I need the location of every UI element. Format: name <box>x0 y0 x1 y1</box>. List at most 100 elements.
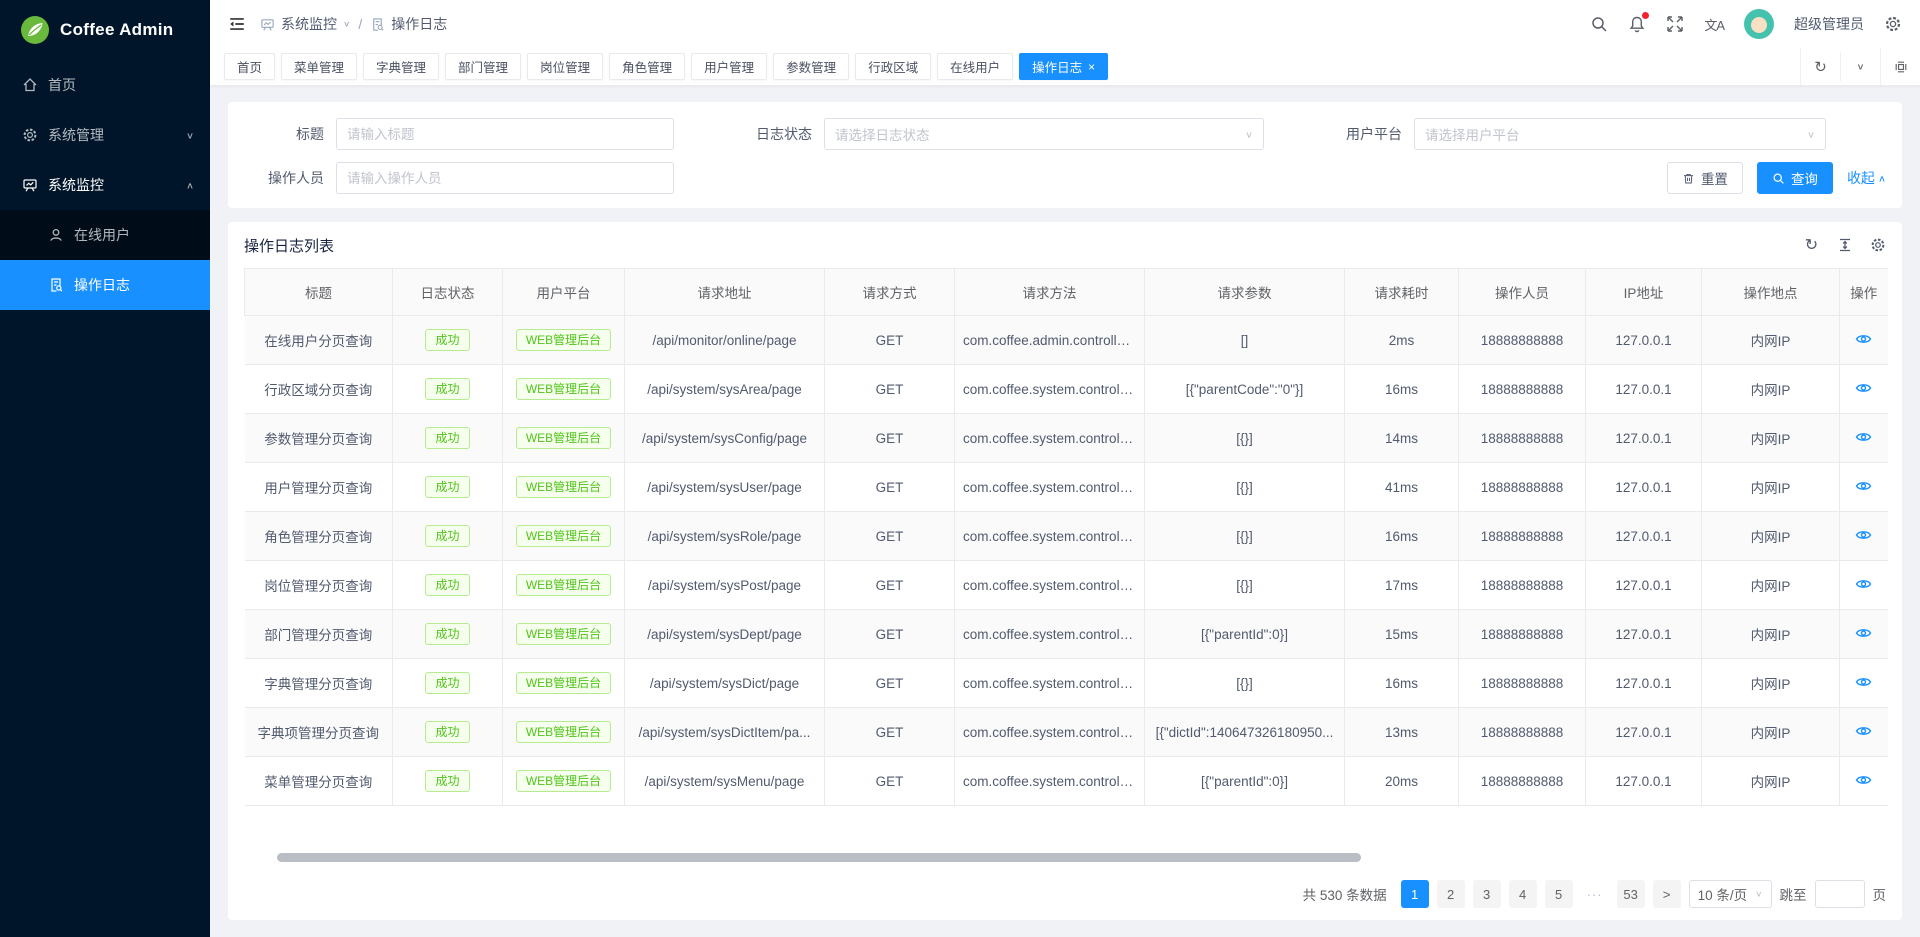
page-button[interactable]: 1 <box>1401 880 1429 908</box>
jump-page-input[interactable] <box>1815 880 1865 908</box>
column-header: 操作地点 <box>1702 269 1840 316</box>
search-button[interactable]: 查询 <box>1757 162 1833 194</box>
platform-badge: WEB管理后台 <box>516 623 611 645</box>
tab[interactable]: 首页 × <box>224 53 275 80</box>
view-detail-eye-icon[interactable] <box>1855 675 1872 689</box>
column-settings-gear-icon[interactable] <box>1869 237 1886 254</box>
user-icon <box>48 227 64 243</box>
next-page-button[interactable]: > <box>1653 880 1681 908</box>
monitor-icon <box>260 17 275 32</box>
chevron-up-icon: ∧ <box>186 180 194 190</box>
cell-request-method: GET <box>825 316 955 365</box>
cell-status: 成功 <box>393 463 503 512</box>
tab[interactable]: 岗位管理 × <box>527 53 603 80</box>
view-detail-eye-icon[interactable] <box>1855 381 1872 395</box>
page-button[interactable]: 3 <box>1473 880 1501 908</box>
menu-collapse-icon[interactable] <box>228 15 246 33</box>
tab[interactable]: 用户管理 × <box>691 53 767 80</box>
view-detail-eye-icon[interactable] <box>1855 626 1872 640</box>
sidebar-item-system-management[interactable]: 系统管理 ∨ <box>0 110 210 160</box>
tab[interactable]: 字典管理 × <box>363 53 439 80</box>
page-button[interactable]: 53 <box>1617 880 1645 908</box>
cell-status: 成功 <box>393 365 503 414</box>
app-title: Coffee Admin <box>60 20 173 40</box>
tab[interactable]: 操作日志 × <box>1019 53 1108 80</box>
view-detail-eye-icon[interactable] <box>1855 577 1872 591</box>
tab[interactable]: 菜单管理 × <box>281 53 357 80</box>
cell-request-method: GET <box>825 561 955 610</box>
cell-ip: 127.0.0.1 <box>1586 659 1702 708</box>
page-button[interactable]: 2 <box>1437 880 1465 908</box>
page-size-select[interactable]: 10 条/页 ∨ <box>1689 880 1772 908</box>
operator-input[interactable] <box>336 162 674 194</box>
log-status-select[interactable]: 请选择日志状态 ∨ <box>824 118 1264 150</box>
leaf-logo-icon <box>20 15 50 45</box>
settings-gear-icon[interactable] <box>1884 15 1902 33</box>
cell-params: [{}] <box>1145 463 1345 512</box>
cell-action <box>1840 463 1888 512</box>
sidebar-item-home[interactable]: 首页 <box>0 60 210 110</box>
row-density-icon[interactable] <box>1836 237 1853 254</box>
tab[interactable]: 部门管理 × <box>445 53 521 80</box>
username[interactable]: 超级管理员 <box>1794 14 1864 34</box>
table-title: 操作日志列表 <box>244 235 334 256</box>
sidebar-item-system-monitor[interactable]: 系统监控 ∧ <box>0 160 210 210</box>
column-header: IP地址 <box>1586 269 1702 316</box>
total-count: 共 530 条数据 <box>1303 884 1387 904</box>
cell-handler: com.coffee.system.controlle... <box>955 561 1145 610</box>
sidebar-item-online-users[interactable]: 在线用户 <box>0 210 210 260</box>
view-detail-eye-icon[interactable] <box>1855 724 1872 738</box>
page-button[interactable]: 5 <box>1545 880 1573 908</box>
jump-label: 跳至 <box>1780 884 1807 904</box>
column-header: 请求参数 <box>1145 269 1345 316</box>
page-button[interactable]: ··· <box>1581 880 1609 908</box>
cell-duration: 15ms <box>1345 610 1459 659</box>
cell-request-url: /api/system/sysArea/page <box>625 365 825 414</box>
platform-select[interactable]: 请选择用户平台 ∨ <box>1414 118 1826 150</box>
title-input[interactable] <box>336 118 674 150</box>
notification-bell-icon[interactable] <box>1628 15 1646 33</box>
breadcrumb-separator: / <box>358 16 362 32</box>
refresh-icon[interactable]: ↻ <box>1803 237 1820 254</box>
tab[interactable]: 在线用户 × <box>937 53 1013 80</box>
cell-handler: com.coffee.system.controlle... <box>955 463 1145 512</box>
view-detail-eye-icon[interactable] <box>1855 773 1872 787</box>
cell-platform: WEB管理后台 <box>503 659 625 708</box>
close-icon[interactable]: × <box>1088 61 1095 73</box>
cell-request-url: /api/system/sysRole/page <box>625 512 825 561</box>
cell-title: 用户管理分页查询 <box>245 463 393 512</box>
page-button[interactable]: 4 <box>1509 880 1537 908</box>
breadcrumb-parent[interactable]: 系统监控 <box>281 14 337 34</box>
horizontal-scrollbar-thumb[interactable] <box>277 853 1361 862</box>
maximize-icon[interactable] <box>1880 48 1920 85</box>
cell-duration: 16ms <box>1345 512 1459 561</box>
monitor-icon <box>22 177 38 193</box>
cell-operator: 18888888888 <box>1459 512 1586 561</box>
avatar[interactable] <box>1744 9 1774 39</box>
search-icon[interactable] <box>1590 15 1608 33</box>
cell-request-method: GET <box>825 414 955 463</box>
chevron-down-icon: ∨ <box>1755 890 1762 899</box>
view-detail-eye-icon[interactable] <box>1855 430 1872 444</box>
tab[interactable]: 行政区域 × <box>855 53 931 80</box>
tab[interactable]: 角色管理 × <box>609 53 685 80</box>
table-card-header: 操作日志列表 ↻ <box>244 222 1886 268</box>
tab-options-chevron-icon[interactable]: ∨ <box>1840 52 1880 82</box>
reset-button[interactable]: 重置 <box>1667 162 1743 194</box>
refresh-icon[interactable]: ↻ <box>1800 48 1840 85</box>
fullscreen-icon[interactable] <box>1666 15 1684 33</box>
sidebar-item-operation-log[interactable]: 操作日志 <box>0 260 210 310</box>
view-detail-eye-icon[interactable] <box>1855 528 1872 542</box>
horizontal-scrollbar-track <box>244 853 1886 862</box>
tab[interactable]: 参数管理 × <box>773 53 849 80</box>
log-search-icon <box>48 277 64 293</box>
language-icon[interactable]: 文A <box>1704 15 1724 34</box>
collapse-filter-link[interactable]: 收起 ∧ <box>1847 168 1886 188</box>
view-detail-eye-icon[interactable] <box>1855 479 1872 493</box>
cell-handler: com.coffee.admin.controller... <box>955 316 1145 365</box>
platform-badge: WEB管理后台 <box>516 721 611 743</box>
view-detail-eye-icon[interactable] <box>1855 332 1872 346</box>
cell-request-url: /api/system/sysDictItem/pa... <box>625 708 825 757</box>
chevron-down-icon: ∨ <box>343 20 350 29</box>
table-row: 在线用户分页查询 成功 WEB管理后台 /api/monitor/online/… <box>245 316 1888 365</box>
